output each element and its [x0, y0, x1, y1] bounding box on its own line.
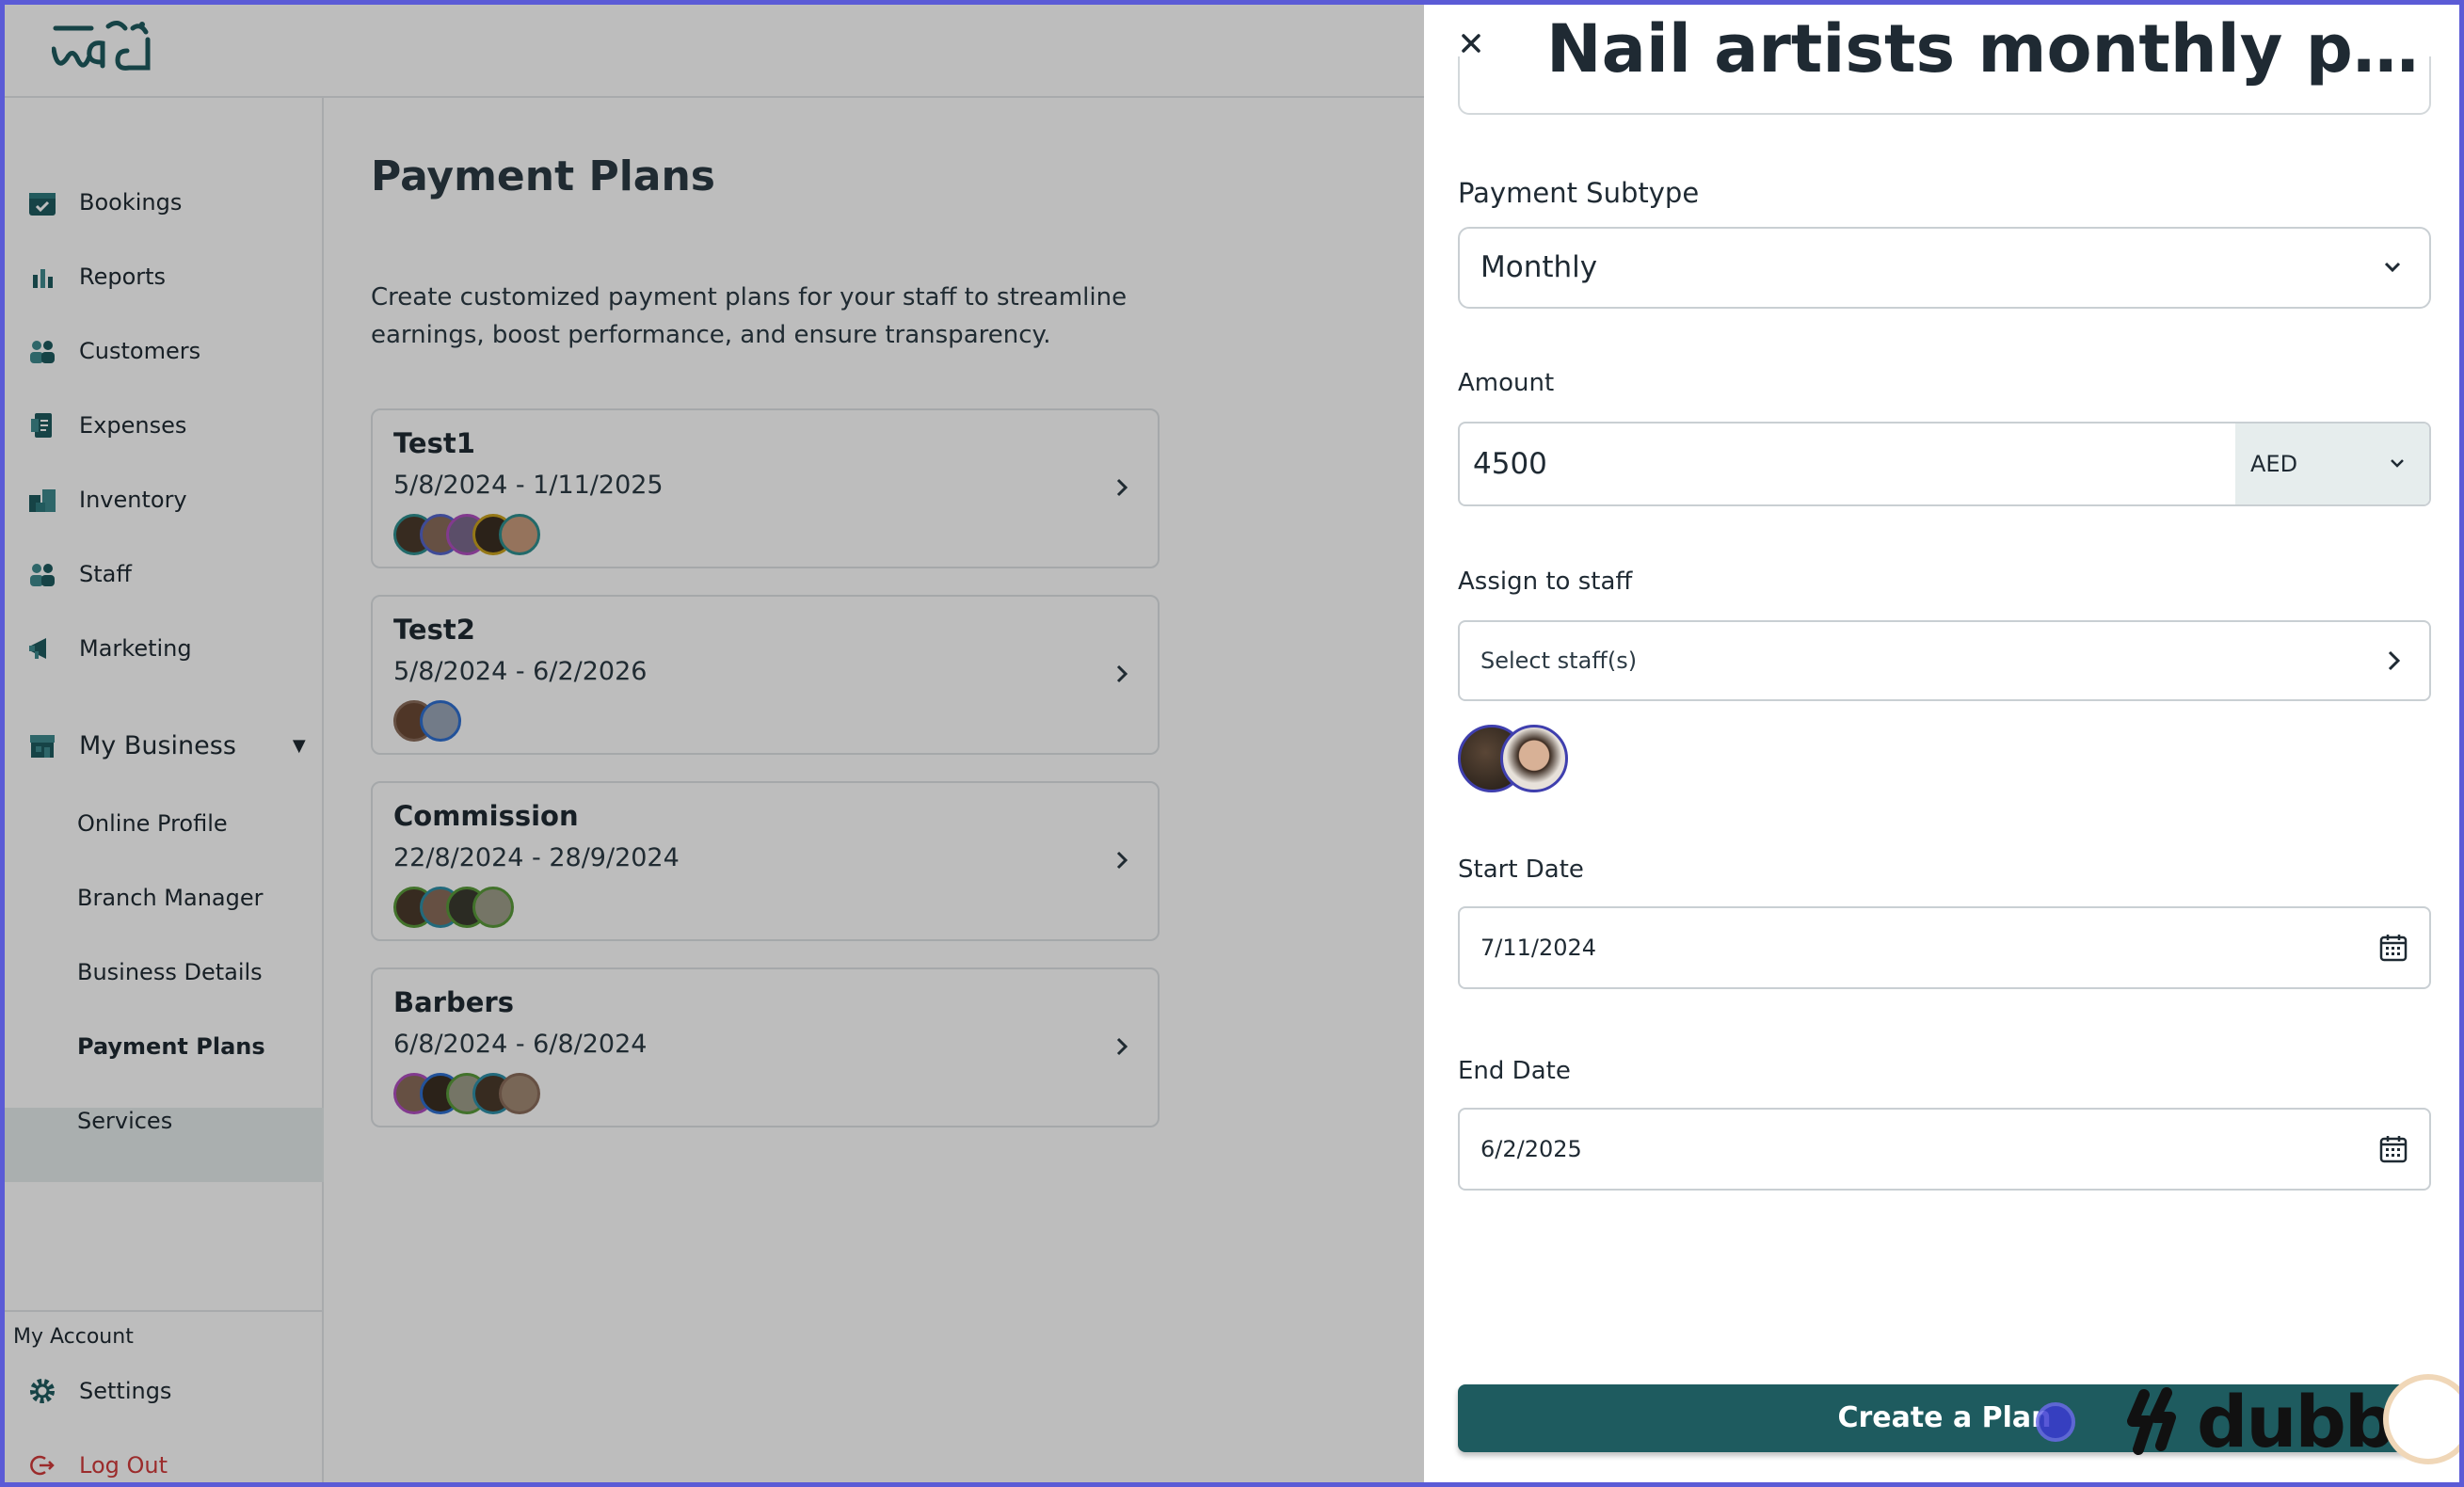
- close-icon[interactable]: [1454, 26, 1488, 60]
- modal-backdrop[interactable]: [0, 0, 1424, 1487]
- staff-select-placeholder: Select staff(s): [1480, 648, 1638, 674]
- chevron-down-icon: [2391, 459, 2404, 468]
- calendar-icon[interactable]: [2378, 1134, 2408, 1164]
- end-date-value: 6/2/2025: [1480, 1136, 1582, 1162]
- staff-select[interactable]: Select staff(s): [1458, 620, 2431, 701]
- amount-label: Amount: [1458, 369, 1555, 397]
- start-date-label: Start Date: [1458, 855, 1584, 884]
- currency-value: AED: [2250, 451, 2298, 477]
- end-date-label: End Date: [1458, 1057, 1571, 1085]
- start-date-value: 7/11/2024: [1480, 935, 1597, 961]
- start-date-input[interactable]: 7/11/2024: [1458, 906, 2431, 989]
- calendar-icon[interactable]: [2378, 933, 2408, 963]
- drawer-title: Nail artists monthly payment: [1546, 10, 2436, 88]
- amount-input-group: 4500 AED: [1458, 422, 2431, 506]
- assigned-staff-avatar[interactable]: [1500, 725, 1568, 792]
- chevron-down-icon: [2384, 262, 2401, 273]
- cursor-indicator: [2036, 1402, 2075, 1442]
- app-background: Bookings Reports Customers Expenses Inve…: [0, 0, 1424, 1487]
- recorder-badge: [2383, 1374, 2464, 1464]
- create-plan-drawer: [1424, 0, 2464, 1487]
- currency-select[interactable]: AED: [2235, 424, 2429, 504]
- amount-input[interactable]: 4500: [1473, 424, 1547, 504]
- payment-subtype-select[interactable]: Monthly: [1458, 227, 2431, 309]
- assign-staff-label: Assign to staff: [1458, 568, 1633, 596]
- dubble-logo-icon: [2127, 1387, 2176, 1455]
- chevron-right-icon: [2388, 650, 2401, 671]
- payment-subtype-value: Monthly: [1480, 250, 1598, 284]
- payment-subtype-label: Payment Subtype: [1458, 177, 1700, 209]
- end-date-input[interactable]: 6/2/2025: [1458, 1108, 2431, 1191]
